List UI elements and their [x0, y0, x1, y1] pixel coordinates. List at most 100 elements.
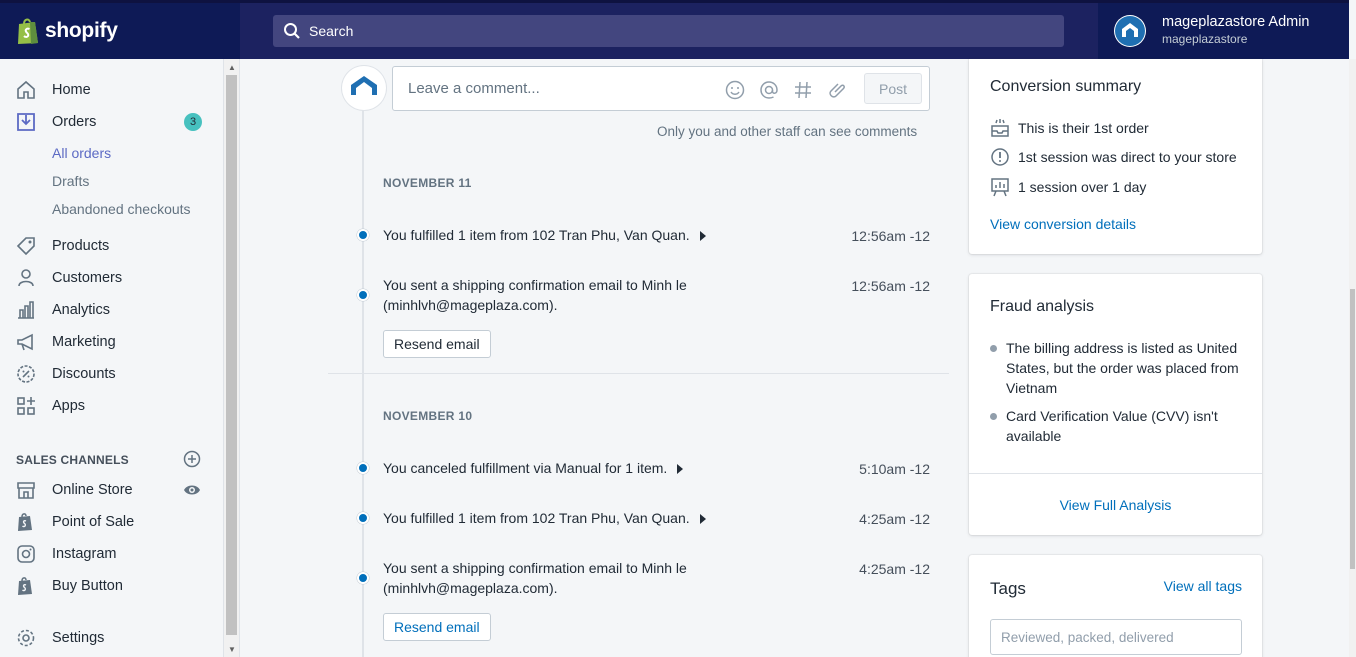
timeline-event[interactable]: You fulfilled 1 item from 102 Tran Phu, …	[383, 508, 853, 528]
apps-icon	[16, 396, 36, 416]
sidebar-item-label: Point of Sale	[52, 514, 135, 530]
timeline-event-time: 4:25am -12	[859, 561, 930, 577]
sidebar-item-marketing[interactable]: Marketing	[0, 327, 223, 357]
post-button[interactable]: Post	[864, 73, 922, 104]
timeline-dot	[357, 512, 369, 524]
sidebar-item-customers[interactable]: Customers	[0, 263, 223, 293]
sidebar-scrollbar[interactable]: ▲ ▼	[224, 59, 240, 657]
main-scrollbar[interactable]	[1349, 59, 1356, 657]
tag-icon	[16, 236, 36, 256]
add-sales-channel-button[interactable]	[183, 450, 201, 468]
conversion-row-text: This is their 1st order	[1018, 120, 1149, 136]
conversion-summary-card: Conversion summary This is their 1st ord…	[969, 59, 1262, 254]
sidebar-item-discounts[interactable]: Discounts	[0, 359, 223, 389]
attachment-icon[interactable]	[826, 79, 848, 101]
timeline-date-heading: NOVEMBER 11	[383, 176, 472, 190]
sidebar: Home Orders 3 All orders Drafts Abandone…	[0, 59, 224, 657]
timeline-dot	[357, 572, 369, 584]
sidebar-sub-abandoned-checkouts[interactable]: Abandoned checkouts	[52, 201, 191, 217]
card-title: Fraud analysis	[990, 298, 1095, 315]
expand-caret-icon[interactable]	[699, 231, 706, 242]
sidebar-scrollbar-thumb[interactable]	[226, 75, 237, 635]
timeline-dot	[357, 229, 369, 241]
main-scrollbar-thumb[interactable]	[1350, 289, 1355, 569]
resend-email-button[interactable]: Resend email	[383, 330, 491, 358]
comment-input[interactable]: Leave a comment... Post	[392, 66, 930, 111]
view-all-tags-link[interactable]: View all tags	[1164, 578, 1242, 594]
bar-chart-icon	[16, 300, 36, 320]
scroll-down-arrow-icon[interactable]: ▼	[228, 645, 236, 654]
view-online-store-button[interactable]	[183, 481, 201, 499]
sidebar-item-analytics[interactable]: Analytics	[0, 295, 223, 325]
timeline-dot	[357, 289, 369, 301]
expand-caret-icon[interactable]	[699, 514, 706, 525]
sidebar-item-buy-button[interactable]: Buy Button	[0, 571, 223, 601]
tags-input[interactable]: Reviewed, packed, delivered	[990, 619, 1242, 655]
sidebar-item-home[interactable]: Home	[0, 75, 223, 105]
sales-channels-title: SALES CHANNELS	[16, 453, 129, 467]
timeline-event: You sent a shipping confirmation email t…	[383, 275, 853, 315]
shopify-bag-icon	[16, 576, 36, 596]
avatar	[342, 66, 386, 110]
conversion-row: 1st session was direct to your store	[990, 147, 1237, 167]
sidebar-sub-drafts[interactable]: Drafts	[52, 173, 89, 189]
cart-icon	[990, 118, 1010, 138]
account-name: mageplazastore Admin	[1162, 14, 1310, 31]
eye-icon	[184, 485, 200, 495]
mageplaza-logo-icon	[1115, 16, 1145, 46]
presentation-chart-icon	[990, 177, 1010, 197]
timeline-event-text: You canceled fulfillment via Manual for …	[383, 460, 668, 476]
scroll-up-arrow-icon[interactable]: ▲	[228, 63, 236, 72]
top-bar: shopify Search mageplazastore Admin mage…	[0, 0, 1349, 59]
search-input[interactable]: Search	[273, 15, 1064, 47]
megaphone-icon	[16, 332, 36, 352]
instagram-icon	[16, 544, 36, 564]
shopify-logo[interactable]: shopify	[0, 3, 240, 59]
sidebar-item-label: Online Store	[52, 482, 133, 498]
mention-icon[interactable]	[758, 79, 780, 101]
conversion-row-text: 1st session was direct to your store	[1018, 149, 1237, 165]
resend-email-button[interactable]: Resend email	[383, 613, 491, 641]
timeline-event[interactable]: You fulfilled 1 item from 102 Tran Phu, …	[383, 225, 853, 245]
sidebar-item-apps[interactable]: Apps	[0, 391, 223, 421]
sidebar-item-products[interactable]: Products	[0, 231, 223, 261]
fraud-item-text: The billing address is listed as United …	[1006, 340, 1239, 396]
sidebar-item-label: Instagram	[52, 546, 117, 562]
card-divider	[969, 473, 1262, 474]
emoji-icon[interactable]	[724, 79, 746, 101]
fraud-item: The billing address is listed as United …	[990, 338, 1250, 398]
expand-caret-icon[interactable]	[677, 464, 684, 475]
staff-comment-note: Only you and other staff can see comment…	[657, 124, 918, 139]
sidebar-item-orders[interactable]: Orders 3	[0, 107, 223, 137]
sidebar-item-label: Apps	[52, 398, 86, 414]
timeline-event-time: 12:56am -12	[851, 278, 930, 294]
timeline-event-time: 12:56am -12	[851, 228, 930, 244]
timeline-event-time: 4:25am -12	[859, 511, 930, 527]
sidebar-item-settings[interactable]: Settings	[0, 623, 223, 653]
card-title: Tags	[990, 579, 1026, 598]
tags-card: Tags View all tags Reviewed, packed, del…	[969, 555, 1262, 657]
sidebar-item-point-of-sale[interactable]: Point of Sale	[0, 507, 223, 537]
view-conversion-details-link[interactable]: View conversion details	[990, 216, 1136, 232]
plus-circle-icon	[183, 450, 201, 468]
sidebar-item-label: Orders	[52, 114, 97, 130]
shopify-bag-icon	[16, 512, 36, 532]
fraud-item-text: Card Verification Value (CVV) isn't avai…	[1006, 408, 1218, 444]
gear-icon	[16, 628, 36, 648]
timeline-event: You sent a shipping confirmation email t…	[383, 558, 853, 598]
shopify-bag-icon	[16, 17, 40, 45]
orders-icon	[16, 112, 36, 132]
account-store: mageplazastore	[1162, 32, 1248, 47]
account-menu[interactable]: mageplazastore Admin mageplazastore	[1098, 3, 1349, 59]
fraud-analysis-card: Fraud analysis The billing address is li…	[969, 274, 1262, 535]
home-icon	[16, 80, 36, 100]
timeline-event[interactable]: You canceled fulfillment via Manual for …	[383, 458, 853, 478]
mageplaza-logo-icon	[351, 76, 377, 95]
view-full-analysis-link[interactable]: View Full Analysis	[969, 497, 1262, 513]
fraud-item: Card Verification Value (CVV) isn't avai…	[990, 406, 1250, 446]
timeline-divider	[328, 373, 949, 374]
sidebar-sub-all-orders[interactable]: All orders	[52, 145, 111, 161]
hashtag-icon[interactable]	[792, 79, 814, 101]
orders-count-badge: 3	[184, 113, 202, 131]
sidebar-item-instagram[interactable]: Instagram	[0, 539, 223, 569]
